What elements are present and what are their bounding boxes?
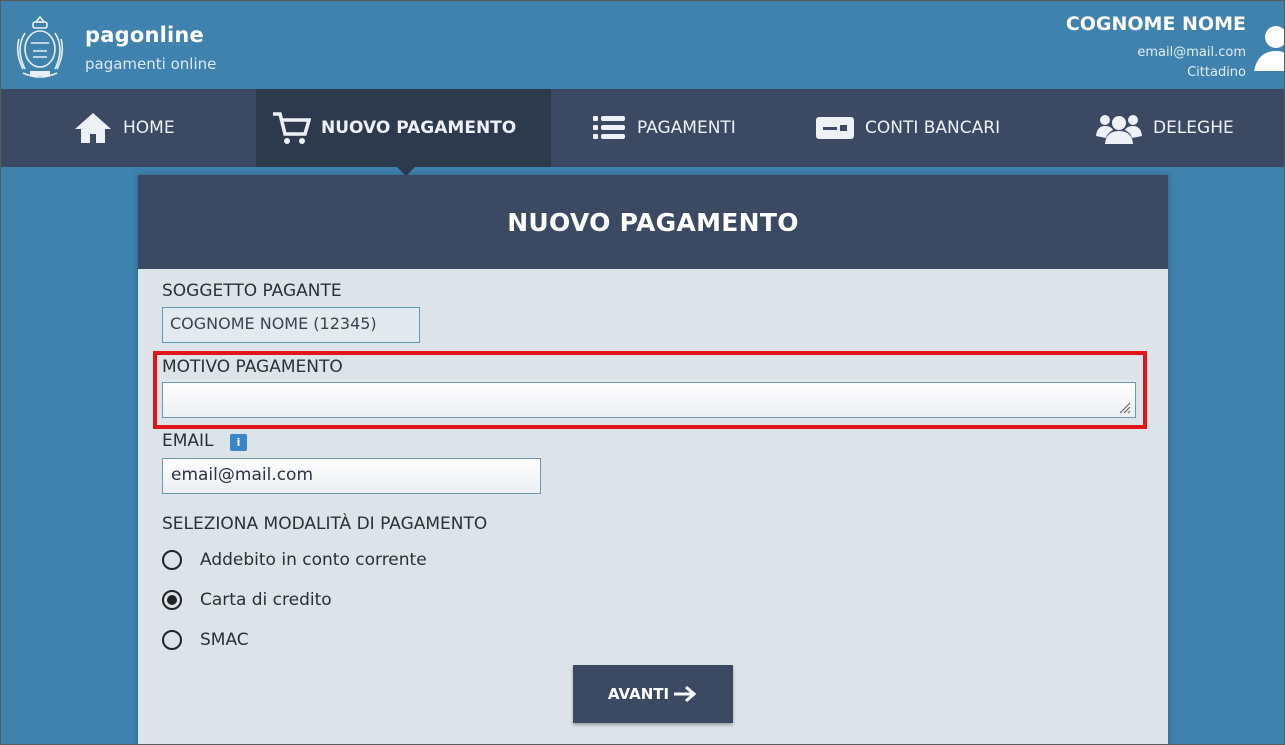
- email-label: EMAIL: [162, 431, 214, 451]
- nav-label-nuovo-pagamento: NUOVO PAGAMENTO: [321, 118, 517, 138]
- cart-icon: [271, 110, 311, 146]
- brand-subtitle: pagamenti online: [85, 55, 217, 73]
- user-avatar-icon[interactable]: [1250, 23, 1285, 71]
- radio-label: SMAC: [200, 630, 249, 650]
- radio-option-carta-di-credito[interactable]: Carta di credito: [162, 590, 332, 610]
- nav-item-pagamenti[interactable]: PAGAMENTI: [591, 89, 736, 167]
- main-nav: HOME NUOVO PAGAMENTO PAGAMENTI CONTI BAN…: [1, 89, 1284, 167]
- nav-label-deleghe: DELEGHE: [1153, 118, 1234, 138]
- info-icon[interactable]: i: [230, 434, 247, 451]
- modalita-pagamento-label: SELEZIONA MODALITÀ DI PAGAMENTO: [162, 514, 488, 534]
- nav-item-conti-bancari[interactable]: CONTI BANCARI: [815, 89, 1000, 167]
- user-name[interactable]: COGNOME NOME: [1066, 13, 1246, 35]
- motivo-pagamento-label: MOTIVO PAGAMENTO: [162, 357, 343, 377]
- radio-button-checked[interactable]: [162, 590, 182, 610]
- nav-label-conti-bancari: CONTI BANCARI: [865, 118, 1001, 138]
- payment-form-panel: NUOVO PAGAMENTO SOGGETTO PAGANTE COGNOME…: [138, 175, 1168, 744]
- users-icon: [1095, 112, 1143, 144]
- coat-of-arms-logo: [16, 15, 64, 78]
- radio-option-addebito[interactable]: Addebito in conto corrente: [162, 550, 427, 570]
- user-role: Cittadino: [1187, 65, 1246, 80]
- avanti-button[interactable]: AVANTI: [573, 665, 733, 723]
- radio-label: Addebito in conto corrente: [200, 550, 427, 570]
- motivo-pagamento-textarea[interactable]: [162, 382, 1136, 418]
- nav-item-deleghe[interactable]: DELEGHE: [1095, 89, 1234, 167]
- avanti-button-label: AVANTI: [607, 685, 670, 703]
- nav-item-home[interactable]: HOME: [73, 89, 175, 167]
- page: pagonline pagamenti online COGNOME NOME …: [0, 0, 1285, 745]
- soggetto-pagante-label: SOGGETTO PAGANTE: [162, 281, 342, 301]
- nav-item-nuovo-pagamento[interactable]: NUOVO PAGAMENTO: [256, 89, 551, 167]
- card-icon: [815, 114, 855, 142]
- radio-label: Carta di credito: [200, 590, 332, 610]
- nav-label-home: HOME: [123, 118, 175, 138]
- soggetto-pagante-value: COGNOME NOME (12345): [162, 307, 420, 343]
- top-header: pagonline pagamenti online COGNOME NOME …: [1, 1, 1285, 89]
- home-icon: [73, 111, 113, 145]
- email-input[interactable]: email@mail.com: [162, 458, 541, 494]
- panel-title: NUOVO PAGAMENTO: [138, 175, 1168, 269]
- brand-title: pagonline: [85, 23, 205, 47]
- arrow-right-icon: [674, 685, 697, 703]
- user-email: email@mail.com: [1137, 45, 1246, 60]
- resize-handle-icon[interactable]: [1117, 400, 1131, 414]
- radio-button[interactable]: [162, 550, 182, 570]
- radio-option-smac[interactable]: SMAC: [162, 630, 249, 650]
- list-icon: [591, 113, 627, 143]
- nav-label-pagamenti: PAGAMENTI: [637, 118, 736, 138]
- radio-button[interactable]: [162, 630, 182, 650]
